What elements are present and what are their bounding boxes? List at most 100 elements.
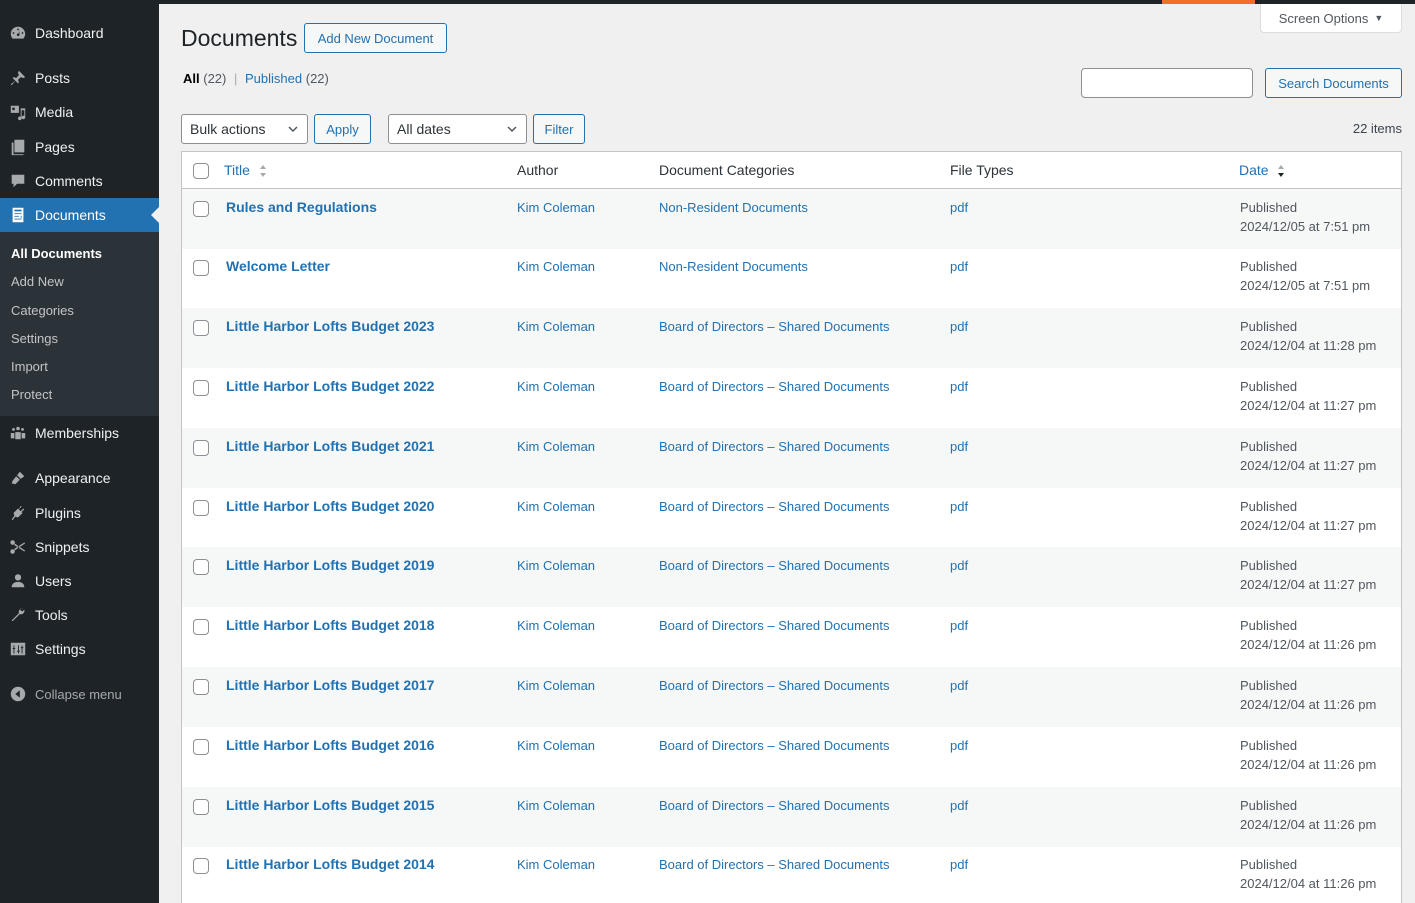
file-type-link[interactable]: pdf [950, 200, 968, 215]
submenu-all-documents[interactable]: All Documents [11, 246, 102, 261]
submenu-protect[interactable]: Protect [11, 387, 52, 402]
author-link[interactable]: Kim Coleman [517, 499, 595, 514]
author-link[interactable]: Kim Coleman [517, 379, 595, 394]
document-title-link[interactable]: Welcome Letter [226, 258, 330, 274]
row-checkbox[interactable] [193, 739, 209, 755]
bulk-actions-select[interactable]: Bulk actions [181, 114, 308, 144]
column-title[interactable]: Title [224, 162, 267, 178]
add-new-document-button[interactable]: Add New Document [304, 23, 447, 53]
post-date: 2024/12/04 at 11:26 pm [1240, 876, 1377, 891]
sidebar-item-appearance[interactable]: Appearance [0, 461, 159, 495]
sidebar-item-plugins[interactable]: Plugins [0, 496, 159, 530]
row-checkbox[interactable] [193, 320, 209, 336]
submenu-categories[interactable]: Categories [11, 303, 74, 318]
row-checkbox[interactable] [193, 799, 209, 815]
row-checkbox[interactable] [193, 858, 209, 874]
row-checkbox[interactable] [193, 619, 209, 635]
sidebar-item-comments[interactable]: Comments [0, 164, 159, 198]
sidebar-item-pages[interactable]: Pages [0, 130, 159, 164]
sidebar-item-documents[interactable]: Documents [0, 198, 159, 232]
file-type-link[interactable]: pdf [950, 259, 968, 274]
author-link[interactable]: Kim Coleman [517, 798, 595, 813]
filter-all[interactable]: All [183, 71, 200, 86]
row-checkbox[interactable] [193, 500, 209, 516]
file-type-link[interactable]: pdf [950, 558, 968, 573]
comment-icon [0, 172, 35, 190]
file-type-link[interactable]: pdf [950, 618, 968, 633]
author-link[interactable]: Kim Coleman [517, 439, 595, 454]
category-link[interactable]: Board of Directors – Shared Documents [659, 618, 890, 633]
author-link[interactable]: Kim Coleman [517, 678, 595, 693]
author-link[interactable]: Kim Coleman [517, 857, 595, 872]
category-link[interactable]: Board of Directors – Shared Documents [659, 499, 890, 514]
category-link[interactable]: Board of Directors – Shared Documents [659, 558, 890, 573]
row-checkbox[interactable] [193, 201, 209, 217]
filter-published[interactable]: Published [245, 71, 302, 86]
apply-button[interactable]: Apply [314, 114, 371, 144]
document-title-link[interactable]: Little Harbor Lofts Budget 2023 [226, 318, 434, 334]
file-type-link[interactable]: pdf [950, 499, 968, 514]
document-title-link[interactable]: Little Harbor Lofts Budget 2019 [226, 557, 434, 573]
document-title-link[interactable]: Little Harbor Lofts Budget 2020 [226, 498, 434, 514]
document-title-link[interactable]: Little Harbor Lofts Budget 2022 [226, 378, 434, 394]
row-checkbox[interactable] [193, 260, 209, 276]
category-link[interactable]: Board of Directors – Shared Documents [659, 798, 890, 813]
category-link[interactable]: Board of Directors – Shared Documents [659, 738, 890, 753]
category-link[interactable]: Non-Resident Documents [659, 200, 808, 215]
row-checkbox[interactable] [193, 679, 209, 695]
sidebar-item-tools[interactable]: Tools [0, 598, 159, 632]
sidebar-item-media[interactable]: Media [0, 95, 159, 129]
file-type-link[interactable]: pdf [950, 439, 968, 454]
post-status: Published [1240, 200, 1298, 215]
file-type-link[interactable]: pdf [950, 857, 968, 872]
sidebar-item-settings[interactable]: Settings [0, 632, 159, 666]
document-title-link[interactable]: Little Harbor Lofts Budget 2014 [226, 856, 434, 872]
collapse-menu-button[interactable]: Collapse menu [0, 677, 159, 711]
wrench-icon [0, 606, 35, 624]
document-title-link[interactable]: Little Harbor Lofts Budget 2018 [226, 617, 434, 633]
author-link[interactable]: Kim Coleman [517, 558, 595, 573]
document-title-link[interactable]: Little Harbor Lofts Budget 2021 [226, 438, 434, 454]
file-type-link[interactable]: pdf [950, 738, 968, 753]
category-link[interactable]: Board of Directors – Shared Documents [659, 857, 890, 872]
category-link[interactable]: Board of Directors – Shared Documents [659, 379, 890, 394]
author-link[interactable]: Kim Coleman [517, 259, 595, 274]
sidebar-item-users[interactable]: Users [0, 564, 159, 598]
sidebar-item-posts[interactable]: Posts [0, 61, 159, 95]
screen-options-button[interactable]: Screen Options ▼ [1260, 4, 1402, 33]
author-link[interactable]: Kim Coleman [517, 200, 595, 215]
author-link[interactable]: Kim Coleman [517, 618, 595, 633]
sidebar-item-memberships[interactable]: Memberships [0, 416, 159, 450]
document-title-link[interactable]: Rules and Regulations [226, 199, 377, 215]
submenu-settings[interactable]: Settings [11, 331, 58, 346]
file-type-link[interactable]: pdf [950, 798, 968, 813]
date-cell: Published 2024/12/04 at 11:27 pm [1240, 377, 1376, 415]
sidebar-item-snippets[interactable]: Snippets [0, 530, 159, 564]
author-link[interactable]: Kim Coleman [517, 319, 595, 334]
document-title-link[interactable]: Little Harbor Lofts Budget 2015 [226, 797, 434, 813]
sidebar-item-dashboard[interactable]: Dashboard [0, 16, 159, 50]
document-title-link[interactable]: Little Harbor Lofts Budget 2016 [226, 737, 434, 753]
filter-button[interactable]: Filter [533, 114, 585, 144]
submenu-add-new[interactable]: Add New [11, 274, 64, 289]
row-checkbox[interactable] [193, 380, 209, 396]
row-checkbox[interactable] [193, 559, 209, 575]
submenu-import[interactable]: Import [11, 359, 48, 374]
search-input[interactable] [1081, 68, 1253, 98]
date-cell: Published 2024/12/04 at 11:26 pm [1240, 855, 1376, 893]
dates-select[interactable]: All dates [388, 114, 527, 144]
author-link[interactable]: Kim Coleman [517, 738, 595, 753]
file-type-link[interactable]: pdf [950, 379, 968, 394]
select-all-checkbox[interactable] [193, 163, 209, 179]
category-link[interactable]: Board of Directors – Shared Documents [659, 678, 890, 693]
search-documents-button[interactable]: Search Documents [1265, 68, 1402, 98]
row-checkbox[interactable] [193, 440, 209, 456]
file-type-link[interactable]: pdf [950, 678, 968, 693]
category-link[interactable]: Board of Directors – Shared Documents [659, 439, 890, 454]
column-date[interactable]: Date [1239, 162, 1285, 178]
category-link[interactable]: Board of Directors – Shared Documents [659, 319, 890, 334]
date-cell: Published 2024/12/04 at 11:26 pm [1240, 796, 1376, 834]
file-type-link[interactable]: pdf [950, 319, 968, 334]
category-link[interactable]: Non-Resident Documents [659, 259, 808, 274]
document-title-link[interactable]: Little Harbor Lofts Budget 2017 [226, 677, 434, 693]
